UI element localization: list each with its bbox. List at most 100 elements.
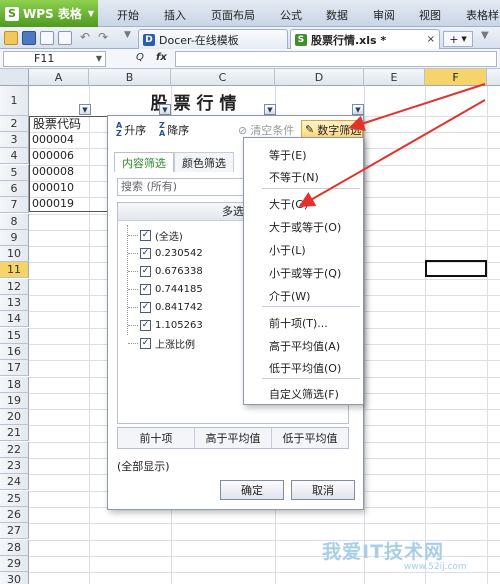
undo-icon[interactable]: ↶ xyxy=(80,30,90,44)
row-header[interactable]: 29 xyxy=(0,555,29,572)
row-header[interactable]: 24 xyxy=(0,474,29,491)
row-header[interactable]: 16 xyxy=(0,343,29,360)
close-icon[interactable]: × xyxy=(427,34,435,45)
menu-data[interactable]: 数据 xyxy=(326,7,348,23)
wps-app-button[interactable]: S WPS 表格 ▼ xyxy=(0,0,98,27)
filter-dropdown-d[interactable]: ▼ xyxy=(352,104,364,115)
menu-item-greater-or-equal[interactable]: 大于或等于(O) xyxy=(269,219,341,235)
save-icon[interactable] xyxy=(22,31,36,45)
stock-code-cell[interactable]: 000004 xyxy=(30,132,74,148)
zoom-icon[interactable]: Q xyxy=(136,52,144,63)
menu-item-above-average[interactable]: 高于平均值(A) xyxy=(269,338,340,354)
column-header-b[interactable]: B xyxy=(89,69,171,86)
row-header[interactable]: 19 xyxy=(0,392,29,409)
row-header[interactable]: 9 xyxy=(0,229,29,246)
sort-ascending-button[interactable]: AZ 升序 xyxy=(116,122,146,138)
ok-button[interactable]: 确定 xyxy=(220,480,284,500)
checkbox-checked-icon[interactable]: ✓ xyxy=(140,319,151,331)
checkbox-checked-icon[interactable]: ✓ xyxy=(140,247,151,259)
row-header[interactable]: 25 xyxy=(0,490,29,507)
filter-item[interactable]: ✓ 1.105263 xyxy=(128,317,203,333)
row-header[interactable]: 30 xyxy=(0,572,29,584)
redo-icon[interactable]: ↷ xyxy=(98,30,108,44)
menu-item-less-or-equal[interactable]: 小于或等于(Q) xyxy=(269,265,341,281)
tab-docer[interactable]: D Docer-在线模板 xyxy=(138,29,288,49)
menu-item-between[interactable]: 介于(W) xyxy=(269,288,310,304)
checkbox-checked-icon[interactable]: ✓ xyxy=(140,301,151,313)
menu-page-layout[interactable]: 页面布局 xyxy=(211,7,255,23)
tab-list-icon[interactable]: ▼ xyxy=(481,30,489,41)
menu-insert[interactable]: 插入 xyxy=(164,7,186,23)
checkbox-checked-icon[interactable]: ✓ xyxy=(140,337,151,349)
tab-content-filter[interactable]: 内容筛选 xyxy=(114,152,174,172)
row-header[interactable]: 13 xyxy=(0,295,29,311)
tab-color-filter[interactable]: 颜色筛选 xyxy=(174,152,234,172)
row-header[interactable]: 18 xyxy=(0,376,29,393)
row-header[interactable]: 8 xyxy=(0,213,29,230)
row-header[interactable]: 10 xyxy=(0,246,29,263)
row-header[interactable]: 28 xyxy=(0,539,29,556)
cell-a2[interactable]: 股票代码 xyxy=(31,116,81,132)
filter-item[interactable]: ✓ 上涨比例 xyxy=(128,335,195,351)
column-header-e[interactable]: E xyxy=(364,69,425,86)
open-folder-icon[interactable] xyxy=(4,31,18,45)
checkbox-checked-icon[interactable]: ✓ xyxy=(140,283,151,295)
stock-code-cell[interactable]: 000010 xyxy=(30,180,74,196)
new-tab-button[interactable]: + ▼ xyxy=(443,31,473,47)
column-header-a[interactable]: A xyxy=(29,69,89,86)
row-header[interactable]: 6 xyxy=(0,180,29,197)
row-header[interactable]: 2 xyxy=(0,116,29,132)
filter-dropdown-c[interactable]: ▼ xyxy=(264,104,276,115)
menu-item-equals[interactable]: 等于(E) xyxy=(269,147,307,163)
sort-descending-button[interactable]: ZA 降序 xyxy=(159,122,189,138)
row-header[interactable]: 27 xyxy=(0,523,29,540)
menu-item-less-than[interactable]: 小于(L) xyxy=(269,242,306,258)
row-header[interactable]: 3 xyxy=(0,132,29,148)
top-ten-button[interactable]: 前十项 xyxy=(118,428,195,448)
row-header[interactable]: 14 xyxy=(0,311,29,328)
cancel-button[interactable]: 取消 xyxy=(291,480,355,500)
row-header[interactable]: 26 xyxy=(0,506,29,523)
row-header[interactable]: 12 xyxy=(0,278,29,295)
customize-toolbar-icon[interactable]: ▼ xyxy=(124,30,131,40)
row-header[interactable]: 22 xyxy=(0,441,29,458)
active-cell-f11[interactable] xyxy=(425,260,487,277)
formula-input[interactable] xyxy=(175,51,497,67)
menu-home[interactable]: 开始 xyxy=(117,7,139,23)
filter-item[interactable]: ✓ 0.841742 xyxy=(128,299,203,315)
menu-item-top-ten[interactable]: 前十项(T)... xyxy=(269,315,328,331)
row-header[interactable]: 15 xyxy=(0,327,29,344)
row-header[interactable]: 1 xyxy=(0,86,29,116)
row-header[interactable]: 17 xyxy=(0,360,29,377)
menu-item-greater-than[interactable]: 大于(G) xyxy=(269,196,308,212)
name-box[interactable]: F11 ▼ xyxy=(3,51,106,67)
checkbox-checked-icon[interactable]: ✓ xyxy=(140,229,151,241)
row-header[interactable]: 7 xyxy=(0,197,29,214)
filter-item[interactable]: ✓ 0.230542 xyxy=(128,245,203,261)
row-header[interactable]: 5 xyxy=(0,164,29,181)
filter-item[interactable]: ✓ 0.676338 xyxy=(128,263,203,279)
menu-item-below-average[interactable]: 低于平均值(O) xyxy=(269,360,341,376)
below-average-button[interactable]: 低于平均值 xyxy=(272,428,348,448)
row-header[interactable]: 20 xyxy=(0,409,29,426)
menu-review[interactable]: 审阅 xyxy=(373,7,395,23)
tab-stock-quotes[interactable]: S 股票行情.xls * × xyxy=(290,29,440,49)
row-header[interactable]: 11 xyxy=(0,262,29,279)
checkbox-checked-icon[interactable]: ✓ xyxy=(140,265,151,277)
above-average-button[interactable]: 高于平均值 xyxy=(195,428,272,448)
column-header-c[interactable]: C xyxy=(171,69,275,86)
menu-table-style[interactable]: 表格样 xyxy=(466,7,499,23)
filter-item[interactable]: ✓ 0.744185 xyxy=(128,281,203,297)
menu-view[interactable]: 视图 xyxy=(419,7,441,23)
row-header[interactable]: 21 xyxy=(0,425,29,442)
clear-conditions-button[interactable]: ⊘ 清空条件 xyxy=(238,122,294,138)
column-header-g[interactable] xyxy=(487,69,500,86)
row-header[interactable]: 23 xyxy=(0,458,29,474)
row-header[interactable]: 4 xyxy=(0,148,29,165)
filter-dropdown-b[interactable]: ▼ xyxy=(159,104,171,115)
stock-code-cell[interactable]: 000008 xyxy=(30,164,74,180)
stock-code-cell[interactable]: 000019 xyxy=(30,196,74,212)
menu-item-custom-filter[interactable]: 自定义筛选(F) xyxy=(269,386,339,402)
print-icon[interactable] xyxy=(40,31,54,45)
menu-item-not-equals[interactable]: 不等于(N) xyxy=(269,169,319,185)
